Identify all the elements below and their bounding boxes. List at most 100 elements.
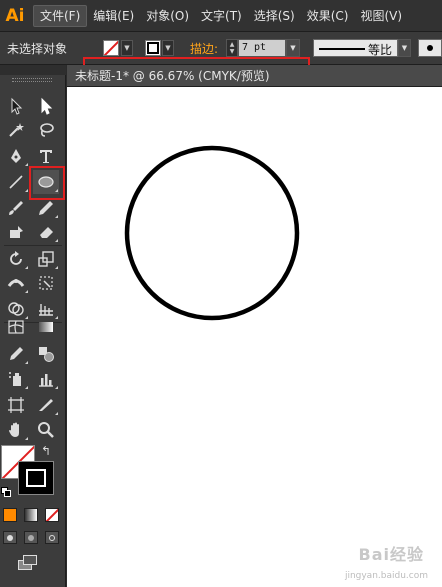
stroke-weight-input[interactable]: 7 pt [238,39,286,57]
hand-icon [9,422,19,437]
width-tool-icon [7,279,25,287]
paintbrush-icon [9,201,23,215]
tool-divider [4,245,62,246]
mesh-tool[interactable] [3,315,29,339]
graph-group-indicator [55,386,58,389]
menu-object[interactable]: 对象(O) [140,5,195,27]
magic-wand-icon [9,123,24,137]
pencil-tool-group-indicator [55,215,58,218]
document-tab-title: 未标题-1* @ 66.67% (CMYK/预览) [75,69,270,83]
selection-tool[interactable] [3,94,29,118]
zoom-magnifier-icon [38,422,54,438]
gradient-tool[interactable] [33,315,59,339]
profile-line-icon [319,48,365,50]
pencil-tool[interactable] [33,196,59,220]
hand-group-indicator [25,437,28,440]
artboard-icon [8,397,24,413]
menu-view[interactable]: 视图(V) [354,5,408,27]
lasso-icon [40,123,54,137]
rotate-tool-group-indicator [25,266,28,269]
ellipse-icon [38,176,54,188]
selection-arrow-icon [11,97,23,115]
canvas-drawing [124,145,300,321]
circle-shape[interactable] [124,145,300,321]
profile-dropdown-icon[interactable]: ▼ [398,39,411,57]
document-tab[interactable]: 未标题-1* @ 66.67% (CMYK/预览) [67,65,442,87]
eyedropper-tool[interactable] [3,342,29,366]
menu-file[interactable]: 文件(F) [33,4,88,27]
stroke-label[interactable]: 描边: [190,40,218,57]
magic-wand-tool[interactable] [3,118,29,142]
none-mode-button[interactable] [45,508,59,522]
swap-fill-stroke-icon[interactable]: ↰ [41,444,51,458]
slice-tool[interactable] [33,393,59,417]
stroke-dropdown-icon[interactable]: ▼ [162,40,174,56]
menu-select[interactable]: 选择(S) [248,5,301,27]
stroke-weight-dropdown-icon[interactable]: ▼ [286,39,300,57]
rotate-tool[interactable] [3,247,29,271]
column-graph-tool[interactable] [33,367,59,391]
line-tool-group-indicator [25,189,28,192]
blend-tool[interactable] [33,342,59,366]
app-logo: Ai [5,5,25,26]
hand-tool[interactable] [3,418,29,442]
fill-swatch[interactable] [103,40,119,56]
slice-knife-icon [39,399,53,411]
eyedropper-icon [10,347,23,360]
width-tool[interactable] [3,271,29,295]
line-segment-icon [9,175,23,189]
draw-inside-button[interactable] [45,531,59,544]
blob-brush-icon [10,226,23,238]
artboard-tool[interactable] [3,393,29,417]
type-t-icon [40,150,52,163]
symbol-sprayer-group-indicator [25,386,28,389]
panel-grip[interactable] [12,78,52,82]
eraser-icon [40,227,53,238]
symbol-sprayer-tool[interactable] [3,367,29,391]
lasso-tool[interactable] [33,118,59,142]
ellipse-tool[interactable] [33,170,59,194]
rotate-icon [10,251,22,265]
line-segment-tool[interactable] [3,170,29,194]
tools-panel: ↰ [0,65,66,587]
default-colors-icon[interactable] [1,487,11,497]
profile-label: 等比 [367,43,392,57]
blob-brush-tool[interactable] [3,220,29,244]
menu-edit[interactable]: 编辑(E) [87,5,140,27]
brush-definition[interactable] [418,39,442,57]
draw-behind-button[interactable] [24,531,38,544]
menu-type[interactable]: 文字(T) [195,5,248,27]
variable-width-profile[interactable]: 等比 [313,39,398,57]
type-tool[interactable] [33,144,59,168]
pen-tool[interactable] [3,144,29,168]
scale-tool-group-indicator [55,266,58,269]
gradient-mode-button[interactable] [24,508,38,522]
paintbrush-tool[interactable] [3,196,29,220]
shape-tool-group-indicator [55,189,58,192]
draw-normal-button[interactable] [3,531,17,544]
free-transform-tool[interactable] [33,271,59,295]
free-transform-icon [39,276,53,290]
stroke-color-swatch[interactable] [18,461,54,495]
pen-icon [11,149,21,163]
panel-header [0,65,66,75]
screen-mode-button[interactable] [18,555,40,571]
color-mode-button[interactable] [3,508,17,522]
menu-effect[interactable]: 效果(C) [301,5,355,27]
watermark-url: jingyan.baidu.com [344,571,428,581]
blend-icon [39,347,54,362]
stroke-swatch[interactable] [145,40,161,56]
gradient-icon [39,322,53,332]
symbol-sprayer-icon [9,372,21,386]
zoom-tool[interactable] [33,418,59,442]
fill-dropdown-icon[interactable]: ▼ [121,40,133,56]
stroke-inner-icon [26,469,46,487]
scale-icon [38,251,54,267]
menu-bar: Ai 文件(F) 编辑(E) 对象(O) 文字(T) 选择(S) 效果(C) 视… [0,0,442,32]
direct-selection-tool[interactable] [33,94,59,118]
scale-tool[interactable] [33,247,59,271]
stroke-weight-spinner-icon[interactable]: ▲ ▼ [226,39,238,57]
control-bar: 未选择对象 ▼ ▼ 描边: ▲ ▼ 7 pt ▼ 等比 ▼ [0,32,442,102]
artboard-canvas[interactable]: Bai经验 jingyan.baidu.com [67,87,442,587]
eraser-tool[interactable] [33,220,59,244]
